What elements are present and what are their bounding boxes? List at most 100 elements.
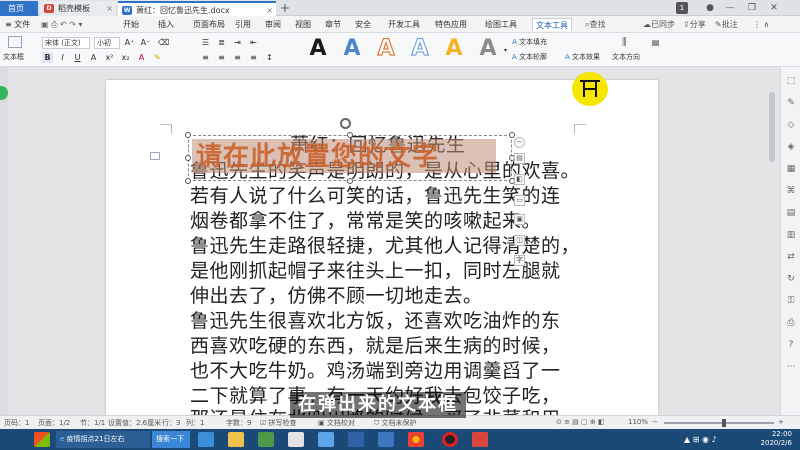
- sidebar-image-icon[interactable]: ▦: [785, 163, 797, 175]
- sidebar-protect-icon[interactable]: ⚿: [785, 295, 797, 307]
- wordart-style-1[interactable]: A: [306, 36, 330, 62]
- sync-status[interactable]: ☁已同步: [640, 18, 678, 31]
- taskbar-browser-news[interactable]: e 疫情拐点21日左右: [56, 431, 150, 448]
- doc-line-9[interactable]: 也不大吃牛奶。鸡汤端到旁边用调羹舀了一: [190, 360, 561, 382]
- resize-handle[interactable]: [347, 178, 353, 184]
- wordart-style-2[interactable]: A: [340, 36, 364, 62]
- sidebar-help-icon[interactable]: ?: [785, 339, 797, 351]
- doc-line-2[interactable]: 若有人说了什么可笑的话，鲁迅先生笑的连: [190, 185, 561, 207]
- wordart-style-6[interactable]: A: [476, 36, 500, 62]
- zoom-slider-thumb[interactable]: [722, 419, 726, 427]
- resize-handle[interactable]: [347, 132, 353, 138]
- float-collapse-icon[interactable]: −: [514, 137, 525, 148]
- float-textbox-icon[interactable]: ▣: [514, 214, 525, 225]
- menu-reference[interactable]: 引用: [232, 18, 254, 31]
- sidebar-table-icon[interactable]: ▤: [785, 207, 797, 219]
- wps-taskbar-icon[interactable]: [348, 432, 364, 447]
- tab-template[interactable]: D 稻壳模板 ×: [40, 1, 116, 16]
- menu-developer[interactable]: 开发工具: [385, 18, 423, 31]
- scrollbar-thumb[interactable]: [769, 92, 775, 162]
- text-effect-button[interactable]: A 文本效果: [565, 52, 600, 62]
- sidebar-print-icon[interactable]: ⎙: [785, 317, 797, 329]
- menu-insert[interactable]: 插入: [155, 18, 177, 31]
- account-badge[interactable]: 1: [676, 2, 688, 14]
- wordart-more-icon[interactable]: ▾: [500, 45, 511, 56]
- close-icon[interactable]: ×: [106, 1, 113, 16]
- tray-icons[interactable]: ▲ ⊞ ◉ ♪: [680, 431, 721, 448]
- textbox-frame[interactable]: [188, 135, 512, 181]
- doc-line-5[interactable]: 是他刚抓起帽子来往头上一扣，同时左腿就: [190, 260, 561, 282]
- rotate-handle[interactable]: [340, 118, 351, 129]
- tab-document[interactable]: W 萧红：回忆鲁迅先生.docx ×: [118, 1, 276, 16]
- doc-line-6[interactable]: 伸出去了，仿佛不顾一切地走去。: [190, 285, 483, 307]
- sidebar-fill-icon[interactable]: ◈: [785, 141, 797, 153]
- menu-view[interactable]: 视图: [292, 18, 314, 31]
- menu-chapter[interactable]: 章节: [322, 18, 344, 31]
- close-window-icon[interactable]: ✕: [768, 2, 780, 14]
- text-outline-button[interactable]: A 文本轮廓: [512, 52, 547, 62]
- menu-layout[interactable]: 页面布局: [190, 18, 228, 31]
- zoom-in-icon[interactable]: +: [778, 418, 784, 426]
- align-text-icon[interactable]: ▤: [650, 37, 661, 48]
- underline-icon[interactable]: U: [72, 52, 83, 63]
- menu-file[interactable]: ≡ 文件: [2, 18, 33, 31]
- menu-start[interactable]: 开始: [120, 18, 142, 31]
- close-icon[interactable]: ×: [266, 3, 273, 16]
- cloud-taskbar-icon[interactable]: [318, 432, 334, 447]
- new-tab-button[interactable]: +: [280, 1, 292, 16]
- windows-start-icon[interactable]: [34, 432, 50, 447]
- proofread-button[interactable]: ▣ 文档校对: [318, 418, 355, 428]
- menu-text-tools[interactable]: 文本工具: [532, 18, 572, 31]
- wordart-style-4[interactable]: A: [408, 35, 432, 62]
- strikethrough-icon[interactable]: A: [88, 52, 99, 63]
- resize-handle[interactable]: [185, 155, 191, 161]
- wordart-style-5[interactable]: A: [442, 36, 466, 62]
- menu-security[interactable]: 安全: [352, 18, 374, 31]
- quick-access-icons[interactable]: ▣ ⎙ ↶ ↷ ▾: [38, 18, 86, 31]
- highlight-icon[interactable]: ✎: [152, 52, 163, 63]
- indent-icon[interactable]: ⇥: [232, 37, 243, 48]
- text-fill-button[interactable]: A 文本填充: [512, 37, 547, 47]
- align-center-icon[interactable]: ≡: [216, 52, 227, 63]
- text-direction-label[interactable]: 文本方向: [612, 52, 640, 62]
- sidebar-link-icon[interactable]: ⌘: [785, 185, 797, 197]
- folder-taskbar-icon[interactable]: [228, 432, 244, 447]
- resize-handle[interactable]: [185, 178, 191, 184]
- bold-icon[interactable]: B: [42, 52, 53, 63]
- doc-line-8[interactable]: 西喜欢吃硬的东西，就是后来生病的时候，: [190, 335, 561, 357]
- doc-line-3[interactable]: 烟卷都拿不住了，常常是笑的咳嗽起来。: [190, 210, 541, 232]
- shrink-font-icon[interactable]: A⁻: [140, 37, 151, 48]
- resize-handle[interactable]: [509, 132, 515, 138]
- grow-font-icon[interactable]: A⁺: [124, 37, 135, 48]
- sidebar-shape-icon[interactable]: ◇: [785, 119, 797, 131]
- superscript-icon[interactable]: x²: [104, 52, 115, 63]
- resize-handle[interactable]: [185, 132, 191, 138]
- text-direction-icon[interactable]: ⫼: [622, 37, 636, 49]
- zoom-out-icon[interactable]: −: [652, 418, 658, 426]
- float-fill-icon[interactable]: ◧: [514, 174, 525, 185]
- ie-taskbar-icon[interactable]: [198, 432, 214, 447]
- subscript-icon[interactable]: x₂: [120, 52, 131, 63]
- number-list-icon[interactable]: ≣: [216, 37, 227, 48]
- font-size-select[interactable]: 小初: [94, 37, 120, 49]
- font-color-icon[interactable]: A: [136, 52, 147, 63]
- italic-icon[interactable]: I: [57, 52, 68, 63]
- app-taskbar-icon[interactable]: [472, 432, 488, 447]
- justify-icon[interactable]: ≡: [248, 52, 259, 63]
- maximize-icon[interactable]: ❐: [746, 2, 758, 14]
- sidebar-more-icon[interactable]: ⋯: [785, 361, 797, 373]
- float-font-icon[interactable]: 字: [514, 255, 525, 266]
- record-taskbar-icon[interactable]: [442, 432, 458, 447]
- taskbar-search-button[interactable]: 搜索一下: [152, 431, 190, 448]
- search-button[interactable]: ⌕查找: [582, 18, 608, 31]
- float-style-icon[interactable]: ◫: [514, 235, 525, 246]
- doc-line-7[interactable]: 鲁迅先生很喜欢北方饭，还喜欢吃油炸的东: [190, 310, 561, 332]
- skin-icon[interactable]: ●: [704, 2, 716, 14]
- sidebar-style-icon[interactable]: ✎: [785, 97, 797, 109]
- more-icons[interactable]: ⋮ ∧: [750, 18, 772, 31]
- share-button[interactable]: ⇪分享: [680, 18, 709, 31]
- line-spacing-icon[interactable]: ↕: [264, 52, 275, 63]
- qq-taskbar-icon[interactable]: [288, 432, 304, 447]
- minimize-icon[interactable]: —: [724, 2, 736, 14]
- font-name-select[interactable]: 宋体 (正文): [42, 37, 90, 49]
